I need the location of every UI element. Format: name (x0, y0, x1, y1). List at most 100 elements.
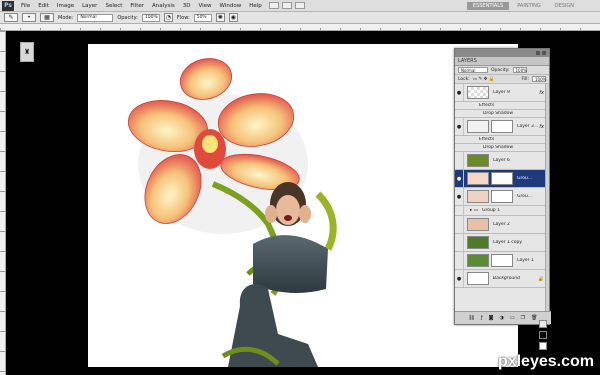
workspace-painting[interactable]: PAINTING (511, 2, 546, 10)
layer-mask-thumbnail (491, 254, 513, 267)
menu-select[interactable]: Select (101, 3, 126, 9)
menu-bar: Ps File Edit Image Layer Select Filter A… (0, 0, 600, 12)
layer-effect-row[interactable]: Effects (455, 102, 547, 110)
layer-thumbnail (467, 254, 489, 267)
layer-thumbnail (467, 120, 489, 133)
eye-icon[interactable] (455, 216, 464, 233)
menu-3d[interactable]: 3D (179, 3, 195, 9)
eye-icon[interactable] (455, 206, 464, 215)
adjustment-icon[interactable]: ◑ (500, 315, 504, 321)
add-mask-icon[interactable]: ◙ (489, 315, 494, 321)
zoom-icon[interactable] (539, 320, 547, 328)
layer-row[interactable]: ● Grou... (455, 188, 547, 206)
eye-icon[interactable]: ● (455, 270, 464, 287)
tool-options-mini-panel[interactable]: ♜ (20, 42, 34, 62)
mode-select[interactable]: Normal (77, 13, 114, 22)
opacity-label: Opacity: (491, 67, 510, 73)
menu-analysis[interactable]: Analysis (148, 3, 179, 9)
new-layer-icon[interactable]: ❐ (521, 315, 525, 321)
layer-row[interactable]: Layer 1 (455, 252, 547, 270)
layer-row-selected[interactable]: ● Grou... (455, 170, 547, 188)
lock-label: Lock: (458, 76, 470, 82)
layer-effect-row[interactable]: Effects (455, 136, 547, 144)
stamp-icon: ♜ (23, 48, 31, 56)
pressure-opacity-icon[interactable]: ◔ (163, 13, 173, 22)
minibridge-button[interactable] (281, 2, 292, 9)
fill-label: Fill: (521, 76, 529, 82)
workspace-essentials[interactable]: ESSENTIALS (466, 1, 510, 10)
eye-icon[interactable]: ● (455, 84, 464, 101)
layer-list-scrollbar[interactable] (545, 84, 549, 313)
fx-icon[interactable]: fx (539, 124, 544, 130)
layer-row[interactable]: Layer 2 (455, 216, 547, 234)
fx-icon[interactable]: fx (539, 90, 544, 96)
layer-effect-row[interactable]: Drop Shadow (455, 144, 547, 152)
close-icon[interactable] (542, 51, 546, 55)
lock-icons[interactable]: ▭ ✎ ✥ 🔒 (473, 77, 495, 82)
fx-menu-icon[interactable]: ƒ (481, 315, 483, 321)
layer-thumbnail (467, 218, 489, 231)
menu-filter[interactable]: Filter (126, 3, 148, 9)
layer-name: Background (493, 276, 520, 281)
fill-field[interactable]: 100% (532, 76, 546, 82)
menu-edit[interactable]: Edit (34, 3, 53, 9)
menu-help[interactable]: Help (245, 3, 266, 9)
photoshop-logo: Ps (2, 0, 14, 11)
effect-label: Drop Shadow (483, 111, 514, 116)
layer-thumbnail (467, 172, 489, 185)
menu-window[interactable]: Window (216, 3, 246, 9)
eye-icon[interactable]: ● (455, 170, 464, 187)
menu-image[interactable]: Image (53, 3, 78, 9)
flow-field[interactable]: 50% (193, 13, 212, 22)
workspace-design[interactable]: DESIGN (549, 2, 580, 10)
layer-opacity-field[interactable]: 100% (512, 67, 527, 73)
group-row[interactable]: ▸ ▭ Group 1 (455, 206, 547, 216)
vertical-ruler (0, 31, 6, 375)
layer-thumbnail (467, 272, 489, 285)
layer-thumbnail (467, 86, 489, 99)
layer-effect-row[interactable]: Drop Shadow (455, 110, 547, 118)
brush-panel-toggle-icon[interactable]: ▦ (40, 13, 54, 22)
menu-layer[interactable]: Layer (78, 3, 101, 9)
eye-icon[interactable]: ● (455, 188, 464, 205)
foreground-color-swatch[interactable] (539, 331, 547, 339)
link-layers-icon[interactable]: ⛓ (469, 315, 475, 321)
brush-size-picker[interactable]: • (22, 13, 36, 22)
menu-view[interactable]: View (194, 3, 215, 9)
flow-label: Flow: (176, 14, 190, 21)
layer-name: Layer 3... (517, 124, 539, 129)
layer-list: ● Layer 9 fx Effects Drop Shadow ● Layer… (455, 84, 547, 313)
opacity-label: Opacity: (117, 14, 138, 21)
layer-name: Grou... (517, 194, 533, 199)
effect-label: Effects (479, 103, 495, 108)
zoom-level-control[interactable] (294, 2, 305, 9)
new-group-icon[interactable]: ▭ (510, 315, 515, 321)
layer-row[interactable]: ● Background 🔒 (455, 270, 547, 288)
background-color-swatch[interactable] (539, 342, 547, 350)
layer-row[interactable]: ● Layer 3... fx (455, 118, 547, 136)
layer-name: Layer 9 (493, 90, 510, 95)
group-name: Group 1 (481, 208, 500, 213)
eye-icon[interactable]: ● (455, 118, 464, 135)
layer-mask-thumbnail (491, 172, 513, 185)
airbrush-icon[interactable]: ✺ (215, 13, 225, 22)
menu-file[interactable]: File (17, 3, 34, 9)
eye-icon[interactable] (455, 152, 464, 169)
layer-name: Layer 2 (493, 222, 510, 227)
layer-row[interactable]: ● Layer 9 fx (455, 84, 547, 102)
layer-name: Layer 1 (517, 258, 534, 263)
layer-name: Layer 1 copy (493, 240, 523, 245)
opacity-field[interactable]: 100% (141, 13, 160, 22)
collapse-icon[interactable] (536, 51, 540, 55)
lock-controls: Lock: ▭ ✎ ✥ 🔒 Fill: 100% (455, 75, 549, 84)
tab-layers[interactable]: LAYERS (455, 57, 549, 66)
pressure-size-icon[interactable]: ◉ (228, 13, 238, 22)
layer-row[interactable]: Layer 1 copy (455, 234, 547, 252)
eye-icon[interactable] (455, 252, 464, 269)
brush-tool-icon[interactable]: ✎ (4, 13, 18, 22)
eye-icon[interactable] (455, 234, 464, 251)
layer-thumbnail (467, 190, 489, 203)
bridge-button[interactable] (268, 2, 279, 9)
blend-mode-select[interactable]: Normal (458, 67, 488, 73)
layer-row[interactable]: Layer 6 (455, 152, 547, 170)
